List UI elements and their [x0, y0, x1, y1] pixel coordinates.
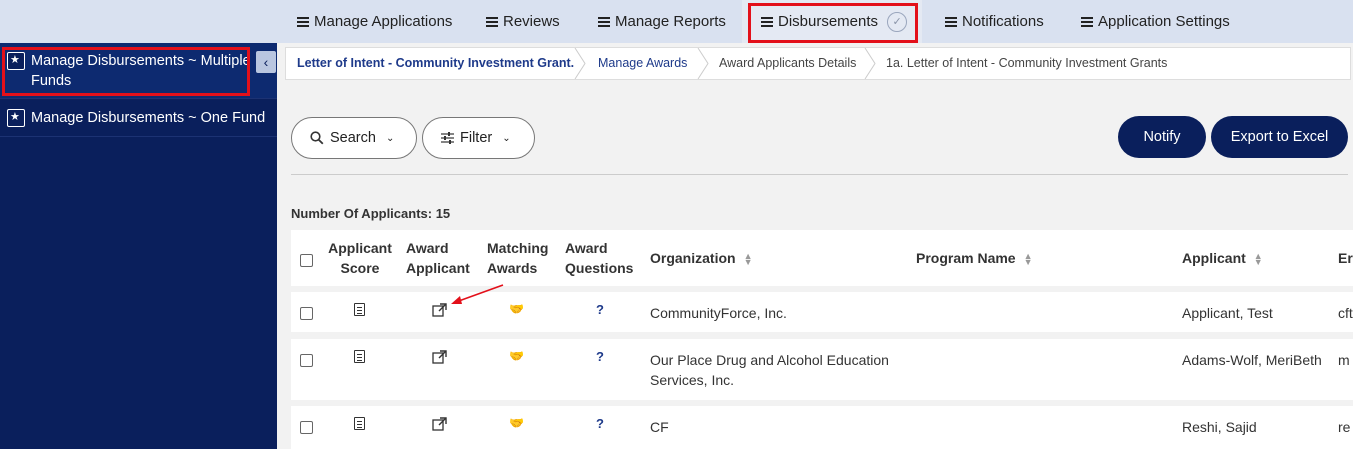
header-organization[interactable]: Organization ▲ ▼: [650, 248, 752, 268]
row-checkbox[interactable]: [300, 307, 313, 320]
menu-icon: [761, 16, 773, 27]
sidebar: Manage Disbursements ~ Multiple Funds ‹ …: [0, 43, 277, 449]
nav-reviews[interactable]: Reviews: [486, 0, 560, 43]
organization-cell: CF: [650, 419, 669, 435]
question-icon[interactable]: ?: [596, 349, 604, 364]
organization-cell: CommunityForce, Inc.: [650, 305, 787, 321]
header-matching-awards[interactable]: Matching Awards: [487, 238, 548, 278]
check-circle-icon: ✓: [887, 11, 908, 32]
header-email[interactable]: Er: [1338, 248, 1353, 268]
document-icon[interactable]: [354, 303, 365, 316]
handshake-icon[interactable]: 🤝: [509, 416, 529, 430]
breadcrumb-item-award-applicants-details[interactable]: Award Applicants Details: [719, 48, 856, 79]
row-checkbox[interactable]: [300, 354, 313, 367]
sliders-icon: [441, 132, 454, 144]
annotation-arrow-icon: [451, 284, 504, 304]
applicant-cell: Adams-Wolf, MeriBeth: [1182, 352, 1322, 368]
email-cell: m: [1338, 352, 1350, 368]
nav-manage-reports[interactable]: Manage Reports: [598, 0, 726, 43]
chevron-down-icon: ⌄: [502, 132, 511, 144]
organization-cell: Our Place Drug and Alcohol Education Serv…: [650, 352, 889, 388]
applicant-cell: Applicant, Test: [1182, 305, 1273, 321]
menu-icon: [598, 16, 610, 27]
external-link-icon[interactable]: [432, 417, 448, 431]
breadcrumb-item-current: 1a. Letter of Intent - Community Investm…: [886, 56, 1168, 70]
breadcrumb-separator-icon: [697, 47, 709, 80]
divider: [291, 174, 1348, 175]
sort-icon[interactable]: ▲ ▼: [1254, 252, 1263, 267]
search-dropdown-button[interactable]: Search ⌄: [291, 117, 417, 159]
notify-button[interactable]: Notify: [1118, 116, 1206, 158]
breadcrumb-item-letter-of-intent[interactable]: Letter of Intent - Community Investment …: [297, 48, 574, 79]
row-checkbox[interactable]: [300, 421, 313, 434]
applicant-count: Number Of Applicants: 15: [291, 206, 451, 221]
award-icon: [7, 107, 25, 127]
header-award-applicant[interactable]: Award Applicant: [406, 238, 470, 278]
top-nav: Manage Applications Reviews Manage Repor…: [0, 0, 1353, 43]
sidebar-item-one-fund[interactable]: Manage Disbursements ~ One Fund: [0, 99, 277, 137]
sidebar-collapse-button[interactable]: ‹: [256, 51, 276, 73]
nav-manage-applications[interactable]: Manage Applications: [297, 0, 452, 43]
search-icon: [310, 131, 324, 145]
breadcrumb-separator-icon: [864, 47, 876, 80]
nav-notifications[interactable]: Notifications: [945, 0, 1044, 43]
email-cell: cft: [1338, 305, 1353, 321]
filter-dropdown-button[interactable]: Filter ⌄: [422, 117, 535, 159]
handshake-icon[interactable]: 🤝: [509, 302, 529, 316]
breadcrumb-separator-icon: [574, 47, 586, 80]
breadcrumb-item-manage-awards[interactable]: Manage Awards: [598, 48, 687, 79]
sidebar-item-multiple-funds[interactable]: Manage Disbursements ~ Multiple Funds: [0, 43, 277, 99]
handshake-icon[interactable]: 🤝: [509, 349, 529, 363]
award-icon: [7, 50, 25, 70]
sort-icon[interactable]: ▲ ▼: [744, 252, 753, 267]
question-icon[interactable]: ?: [596, 302, 604, 317]
menu-icon: [297, 16, 309, 27]
header-applicant[interactable]: Applicant ▲ ▼: [1182, 248, 1263, 268]
external-link-icon[interactable]: [432, 303, 448, 317]
select-all-checkbox[interactable]: [300, 254, 313, 267]
export-to-excel-button[interactable]: Export to Excel: [1211, 116, 1348, 158]
chevron-down-icon: ⌄: [385, 132, 395, 144]
document-icon[interactable]: [354, 417, 365, 430]
nav-application-settings[interactable]: Application Settings: [1081, 0, 1230, 43]
header-award-questions[interactable]: Award Questions: [565, 238, 633, 278]
breadcrumb: Letter of Intent - Community Investment …: [285, 47, 1351, 80]
menu-icon: [486, 16, 498, 27]
menu-icon: [1081, 16, 1093, 27]
email-cell: re: [1338, 419, 1351, 435]
applicant-cell: Reshi, Sajid: [1182, 419, 1257, 435]
menu-icon: [945, 16, 957, 27]
nav-disbursements[interactable]: Disbursements ✓: [742, 0, 922, 43]
table-header: Applicant Score Award Applicant Matching Aw…: [291, 230, 1353, 286]
external-link-icon[interactable]: [432, 350, 448, 364]
table-row: 🤝 ? Our Place Drug and Alcohol Education…: [291, 339, 1353, 400]
sort-icon[interactable]: ▲ ▼: [1024, 252, 1033, 267]
table-row: 🤝 ? CF Reshi, Sajid re: [291, 406, 1353, 449]
header-program-name[interactable]: Program Name ▲ ▼: [916, 248, 1033, 268]
document-icon[interactable]: [354, 350, 365, 363]
header-applicant-score[interactable]: Applicant Score: [328, 238, 392, 278]
question-icon[interactable]: ?: [596, 416, 604, 431]
